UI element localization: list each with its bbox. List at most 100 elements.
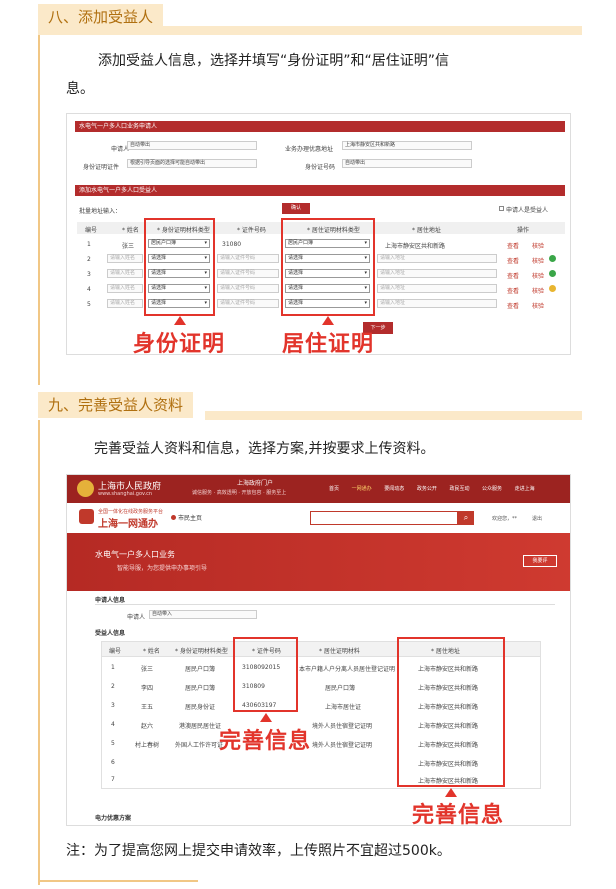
form-header: 水电气一户多人口业务申请人 [75, 121, 565, 132]
address-input[interactable]: 请输入地址 [377, 284, 497, 293]
name-input[interactable]: 请输入姓名 [107, 284, 143, 293]
id-type-cell: 港澳居民居住证 [179, 723, 222, 730]
row-number: 4 [111, 721, 115, 728]
col-header: * 证件号码 [237, 227, 266, 234]
confirm-button[interactable]: 确认 [282, 203, 310, 214]
highlight-box-id [144, 218, 215, 316]
highlight-box-address [397, 637, 505, 787]
id-number-input[interactable]: 请输入证件号码 [217, 254, 279, 263]
bottom-accent-bar [38, 880, 198, 882]
address-input[interactable]: 请输入地址 [377, 299, 497, 308]
row-number: 3 [87, 271, 91, 278]
id-type-field[interactable]: 根据引导页面的选择可能自动带出 [127, 159, 257, 168]
beneficiary-header: 添加水电气一户多人口受益人 [75, 185, 565, 196]
nav-about[interactable]: 走进上海 [515, 486, 535, 492]
col-header: * 居住证明材料 [319, 648, 360, 655]
verify-link[interactable]: 核验 [532, 301, 544, 310]
accent-bar [205, 411, 582, 420]
id-number-input[interactable]: 请输入证件号码 [217, 269, 279, 278]
banner-title: 水电气一户多人口业务 [95, 550, 175, 559]
nav-news[interactable]: 要闻动态 [384, 486, 404, 492]
address-input[interactable]: 请输入地址 [377, 254, 497, 263]
id-type-cell: 外国人工作许可证 [175, 742, 224, 749]
address-field[interactable]: 上海市静安区共和新路 [342, 141, 472, 150]
batch-address-label: 批量地址输入： [79, 208, 122, 215]
section-title: 九、完善受益人资料 [38, 392, 194, 418]
id-number-input[interactable]: 请输入证件号码 [217, 299, 279, 308]
address-input[interactable]: 请输入地址 [377, 269, 497, 278]
row-number: 3 [111, 702, 115, 709]
col-header: 操作 [517, 227, 530, 234]
upload-note: 注：为了提高您网上提交申请效率，上传照片不宜超过500k。 [66, 843, 451, 859]
banner-subtitle: 智能导服，为您提供申办事项引导 [117, 565, 208, 572]
portal-label: 上海政府门户 [237, 480, 274, 487]
applicant-field[interactable]: 自动带出 [127, 141, 257, 150]
col-header: * 姓名 [122, 227, 139, 234]
instruction-text: 完善受益人资料和信息，选择方案,并按要求上传资料。 [94, 441, 435, 457]
col-header: 编号 [85, 227, 98, 234]
callout-complete-info: 完善信息 [412, 803, 505, 826]
nav-home[interactable]: 首页 [329, 486, 339, 492]
search-icon: ⌕ [463, 513, 469, 522]
view-link[interactable]: 查看 [507, 256, 519, 265]
verify-link[interactable]: 核验 [532, 286, 544, 295]
row-number: 4 [87, 286, 91, 293]
id-type-cell: 居民身份证 [185, 704, 216, 711]
id-number-field[interactable]: 自动带出 [342, 159, 472, 168]
portal-slogan: 诚信服务 · 高效透明 · 开放包容 · 服务至上 [192, 490, 287, 496]
welcome-text: 欢迎您，** [492, 516, 518, 522]
search-button[interactable]: ⌕ [458, 511, 474, 525]
search-input[interactable] [310, 511, 458, 525]
name-input[interactable]: 请输入姓名 [107, 269, 143, 278]
col-header: * 身份证明材料类型 [175, 648, 228, 655]
residence-proof-cell: 上海市居住证 [325, 704, 362, 711]
gov-emblem-icon [77, 480, 94, 497]
row-number: 7 [111, 776, 115, 783]
nav-yiwang[interactable]: 一网通办 [352, 486, 372, 492]
citizen-home-tab[interactable]: 市民主页 [178, 513, 202, 522]
screenshot-add-beneficiary: 水电气一户多人口业务申请人 申请人 自动带出 业务办理优惠地址 上海市静安区共和… [66, 113, 571, 355]
verify-link[interactable]: 核验 [532, 271, 544, 280]
name-input[interactable]: 请输入姓名 [107, 299, 143, 308]
id-number-input[interactable]: 请输入证件号码 [217, 284, 279, 293]
same-person-checkbox[interactable] [499, 206, 504, 211]
name-input[interactable]: 请输入姓名 [107, 254, 143, 263]
logout-link[interactable]: 退出 [532, 515, 542, 522]
beneficiary-section-title: 受益人信息 [95, 630, 126, 637]
row-number: 5 [111, 740, 115, 747]
same-person-label: 申请人是受益人 [506, 207, 549, 214]
name-cell: 王五 [141, 704, 154, 711]
callout-residence-proof: 居住证明 [282, 332, 375, 355]
view-link[interactable]: 查看 [507, 286, 519, 295]
callout-complete-info: 完善信息 [219, 729, 312, 754]
callout-id-proof: 身份证明 [133, 332, 226, 355]
col-header: * 居住地址 [412, 227, 441, 234]
arrow-up-icon [260, 713, 272, 722]
row-number: 2 [111, 683, 115, 690]
col-header: * 姓名 [143, 648, 160, 655]
row-number: 1 [87, 241, 91, 248]
arrow-up-icon [445, 788, 457, 797]
verify-link[interactable]: 核验 [532, 241, 544, 250]
applicant-section-title: 申请人信息 [95, 597, 126, 604]
nav-service[interactable]: 公众服务 [482, 486, 502, 492]
verify-link[interactable]: 核验 [532, 256, 544, 265]
residence-proof-cell: 本市户籍人户分离人员居住登记证明 [299, 666, 396, 673]
highlight-box-residence [281, 218, 375, 316]
row-number: 6 [111, 759, 115, 766]
nav-public[interactable]: 政务公开 [417, 486, 437, 492]
view-link[interactable]: 查看 [507, 301, 519, 310]
id-number-label: 身份证号码 [305, 164, 336, 171]
top-nav: 首页 一网通办 要闻动态 政务公开 政民互动 公众服务 走进上海 [329, 485, 535, 492]
rate-button[interactable]: 我要评 [523, 555, 557, 567]
residence-proof-cell: 境外人员住宿登记证明 [312, 742, 373, 749]
view-link[interactable]: 查看 [507, 241, 519, 250]
yiwang-name: 上海一网通办 [98, 519, 158, 530]
id-type-cell: 居民户口簿 [185, 685, 216, 692]
residence-proof-cell: 境外人员住宿登记证明 [312, 723, 373, 730]
nav-interact[interactable]: 政民互动 [449, 486, 469, 492]
applicant-field[interactable]: 自动带入 [149, 610, 257, 619]
view-link[interactable]: 查看 [507, 271, 519, 280]
check-ok-icon [549, 270, 556, 277]
name-cell: 张三 [141, 666, 154, 673]
